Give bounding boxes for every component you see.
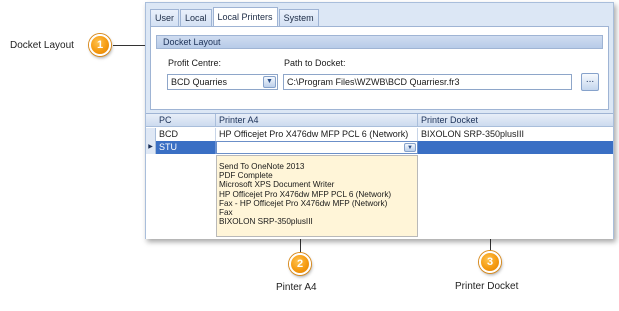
callout-label-docket-layout: Docket Layout: [10, 40, 74, 51]
callout-label-printer-a4: Pinter A4: [276, 282, 317, 293]
callout-badge-1: 1: [89, 34, 111, 56]
docket-layout-group-title: Docket Layout: [156, 35, 603, 49]
callout-leader-2: [300, 239, 301, 253]
local-printers-panel: Docket Layout Profit Centre: BCD Quarrie…: [150, 26, 609, 110]
callout-badge-2: 2: [289, 253, 311, 275]
dropdown-option[interactable]: Fax - HP Officejet Pro X476dw MFP (Netwo…: [217, 199, 417, 208]
cell-pc[interactable]: STU: [156, 141, 216, 154]
callout-label-printer-docket: Printer Docket: [455, 281, 519, 292]
profit-centre-value: BCD Quarries: [171, 77, 228, 87]
callout-badge-3: 3: [479, 251, 501, 273]
dropdown-option[interactable]: Fax: [217, 208, 417, 217]
path-to-docket-input[interactable]: C:\Program Files\WZWB\BCD Quarriesr.fr3: [283, 74, 572, 90]
row-pointer-icon: ▶: [146, 141, 156, 154]
callout-leader-1: [113, 45, 146, 46]
column-header-pc[interactable]: PC: [156, 114, 216, 127]
profit-centre-select[interactable]: BCD Quarries ▼: [167, 74, 278, 90]
chevron-down-icon[interactable]: ▼: [263, 76, 276, 88]
dropdown-option[interactable]: PDF Complete: [217, 171, 417, 180]
tab-strip: User Local Local Printers System: [150, 7, 320, 27]
browse-button[interactable]: ...: [581, 73, 599, 91]
row-indicator[interactable]: [146, 128, 156, 141]
dropdown-option[interactable]: BIXOLON SRP-350plusIII: [217, 217, 417, 226]
callout-leader-3: [490, 239, 491, 251]
tab-local-printers[interactable]: Local Printers: [212, 7, 278, 27]
path-to-docket-value: C:\Program Files\WZWB\BCD Quarriesr.fr3: [287, 77, 460, 87]
printers-grid: PC Printer A4 Printer Docket BCD HP Offi…: [146, 113, 613, 239]
tab-local[interactable]: Local: [180, 9, 212, 27]
cell-printer-docket[interactable]: BIXOLON SRP-350plusIII: [418, 128, 613, 141]
table-row[interactable]: BCD HP Officejet Pro X476dw MFP PCL 6 (N…: [146, 128, 613, 141]
printer-a4-dropdown-list[interactable]: Send To OneNote 2013 PDF Complete Micros…: [216, 155, 418, 237]
cell-pc[interactable]: BCD: [156, 128, 216, 141]
cell-printer-a4[interactable]: HP Officejet Pro X476dw MFP PCL 6 (Netwo…: [216, 128, 418, 141]
settings-window: User Local Local Printers System Docket …: [145, 2, 614, 239]
table-row-selected[interactable]: ▶ STU ▼: [146, 141, 613, 154]
path-to-docket-label: Path to Docket:: [284, 58, 346, 68]
dropdown-option[interactable]: HP Officejet Pro X476dw MFP PCL 6 (Netwo…: [217, 190, 417, 199]
tab-user[interactable]: User: [150, 9, 180, 27]
column-header-printer-a4[interactable]: Printer A4: [216, 114, 418, 127]
column-header-printer-docket[interactable]: Printer Docket: [418, 114, 613, 127]
profit-centre-label: Profit Centre:: [168, 58, 222, 68]
tab-system[interactable]: System: [278, 9, 319, 27]
dropdown-option[interactable]: Microsoft XPS Document Writer: [217, 180, 417, 189]
dropdown-option[interactable]: Send To OneNote 2013: [217, 162, 417, 171]
grid-header: PC Printer A4 Printer Docket: [146, 114, 613, 127]
chevron-down-icon[interactable]: ▼: [404, 143, 416, 152]
printer-a4-editor[interactable]: ▼: [216, 141, 418, 154]
cell-printer-docket[interactable]: [418, 141, 613, 154]
